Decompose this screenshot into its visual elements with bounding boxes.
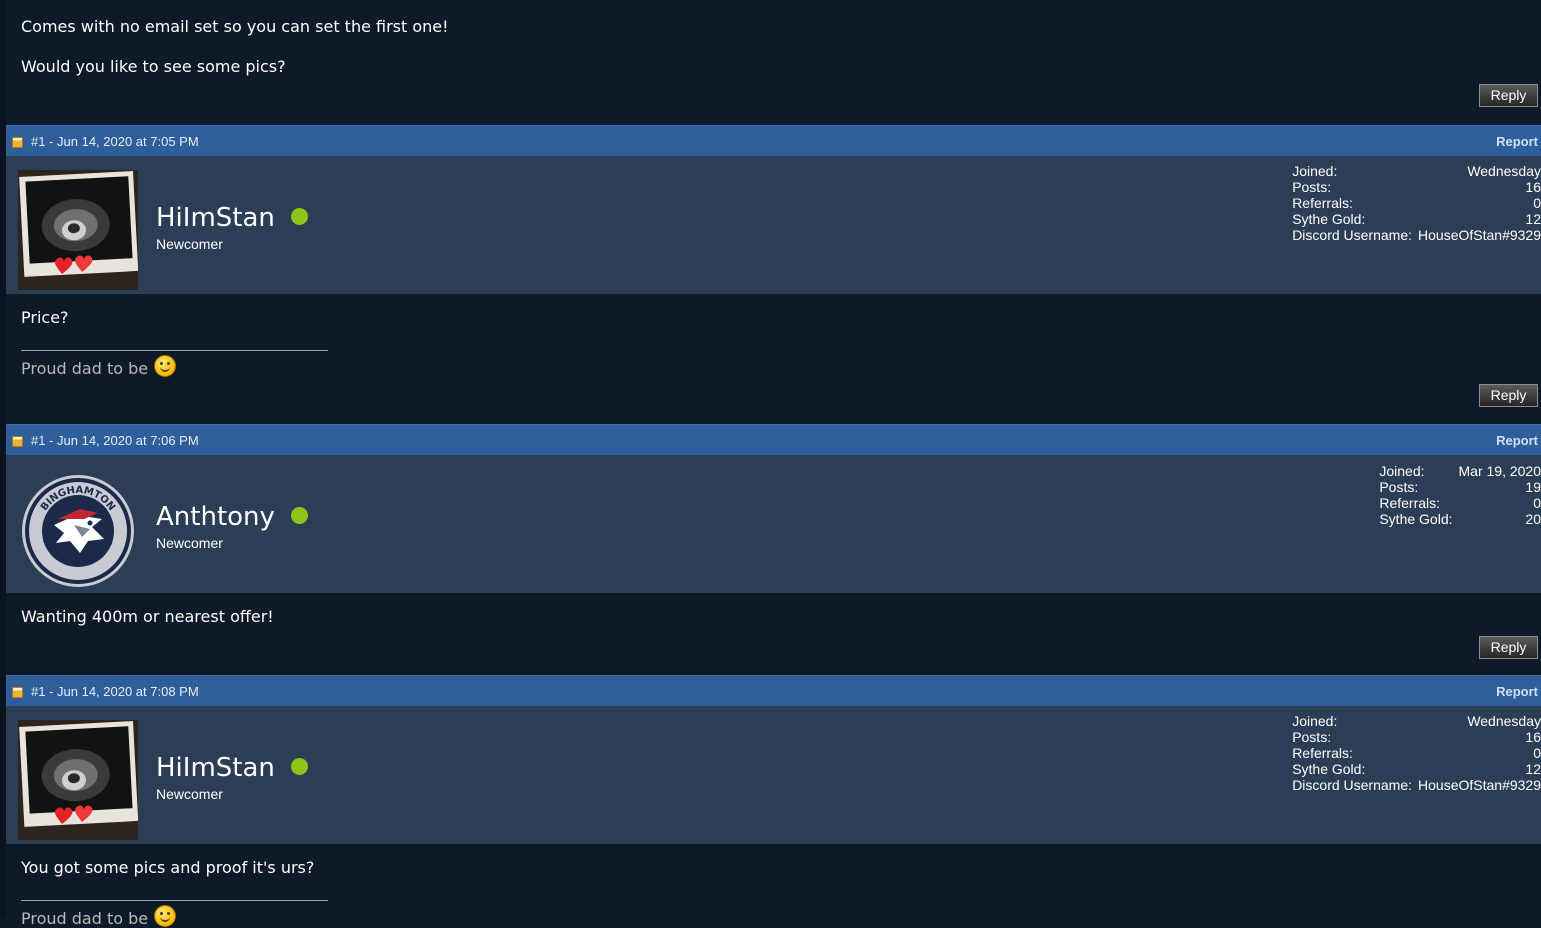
stat-value: Mar 19, 2020 xyxy=(1453,463,1541,479)
post-meta: #1 - Jun 14, 2020 at 7:06 PM xyxy=(31,433,199,448)
stat-value: HouseOfStan#9329 xyxy=(1412,227,1541,243)
message-line: Would you like to see some pics? xyxy=(21,57,286,76)
reply-button[interactable]: Reply xyxy=(1479,84,1538,107)
post-message: Wanting 400m or nearest offer! xyxy=(21,607,274,626)
stat-label: Discord Username: xyxy=(1292,777,1412,793)
stat-label: Referrals: xyxy=(1292,745,1412,761)
stat-value: 0 xyxy=(1412,195,1541,211)
post: #1 - Jun 14, 2020 at 7:08 PM Report xyxy=(6,675,1541,919)
stat-label: Posts: xyxy=(1292,179,1412,195)
user-rank: Newcomer xyxy=(156,786,223,802)
online-indicator-icon xyxy=(291,758,308,775)
signature: Proud dad to be xyxy=(21,905,176,928)
post: #1 - Jun 14, 2020 at 7:06 PM Report BING… xyxy=(6,424,1541,675)
report-link[interactable]: Report xyxy=(1496,684,1538,699)
user-info: HiImStan Newcomer Joined:Wednesday Posts… xyxy=(6,706,1541,844)
post-body-top: Comes with no email set so you can set t… xyxy=(6,0,1541,125)
stat-label: Referrals: xyxy=(1292,195,1412,211)
post-meta: #1 - Jun 14, 2020 at 7:08 PM xyxy=(31,684,199,699)
username-text[interactable]: Anthtony xyxy=(156,502,275,532)
user-stats: Joined:Wednesday Posts:16 Referrals:0 Sy… xyxy=(1292,713,1541,793)
stat-label: Sythe Gold: xyxy=(1292,211,1412,227)
online-indicator-icon xyxy=(291,507,308,524)
signature-divider xyxy=(21,350,328,351)
post-body: Wanting 400m or nearest offer! Reply xyxy=(6,593,1541,675)
post-header: #1 - Jun 14, 2020 at 7:06 PM Report xyxy=(6,424,1541,455)
user-stats: Joined:Mar 19, 2020 Posts:19 Referrals:0… xyxy=(1379,463,1541,527)
message-line: Comes with no email set so you can set t… xyxy=(21,17,449,36)
stat-value: 20 xyxy=(1453,511,1541,527)
stat-value: Wednesday xyxy=(1412,163,1541,179)
smiley-icon xyxy=(154,355,176,377)
stat-value: HouseOfStan#9329 xyxy=(1412,777,1541,793)
ultrasound-photo-hearts-icon xyxy=(18,720,138,840)
stat-value: 0 xyxy=(1412,745,1541,761)
report-link[interactable]: Report xyxy=(1496,134,1538,149)
user-info: BINGHAMTON RUMBLE PONIES Anthtony Newcom… xyxy=(6,455,1541,593)
post-meta: #1 - Jun 14, 2020 at 7:05 PM xyxy=(31,134,199,149)
stat-value: 16 xyxy=(1412,179,1541,195)
stat-value: 0 xyxy=(1453,495,1541,511)
report-link[interactable]: Report xyxy=(1496,433,1538,448)
username-text[interactable]: HiImStan xyxy=(156,203,275,233)
user-rank: Newcomer xyxy=(156,236,223,252)
signature-text: Proud dad to be xyxy=(21,359,148,378)
avatar[interactable]: BINGHAMTON RUMBLE PONIES xyxy=(18,469,138,589)
post-header: #1 - Jun 14, 2020 at 7:05 PM Report xyxy=(6,125,1541,156)
stat-label: Posts: xyxy=(1379,479,1452,495)
signature: Proud dad to be xyxy=(21,355,176,378)
stat-label: Joined: xyxy=(1292,163,1412,179)
signature-divider xyxy=(21,900,328,901)
post-icon xyxy=(12,687,23,698)
post-icon xyxy=(12,436,23,447)
post-body: Price? Proud dad to be Reply xyxy=(6,294,1541,424)
avatar[interactable] xyxy=(18,720,138,840)
stat-label: Discord Username: xyxy=(1292,227,1412,243)
thread-posts: Comes with no email set so you can set t… xyxy=(6,0,1541,919)
binghamton-rumble-ponies-logo-icon: BINGHAMTON RUMBLE PONIES xyxy=(18,469,138,589)
stat-value: 12 xyxy=(1412,211,1541,227)
ultrasound-photo-hearts-icon xyxy=(18,170,138,290)
stat-label: Referrals: xyxy=(1379,495,1452,511)
stat-label: Joined: xyxy=(1292,713,1412,729)
reply-button[interactable]: Reply xyxy=(1479,636,1538,659)
stat-value: 12 xyxy=(1412,761,1541,777)
stat-label: Joined: xyxy=(1379,463,1452,479)
stat-label: Posts: xyxy=(1292,729,1412,745)
user-stats: Joined:Wednesday Posts:16 Referrals:0 Sy… xyxy=(1292,163,1541,243)
post-icon xyxy=(12,137,23,148)
post-message: You got some pics and proof it's urs? xyxy=(21,858,314,877)
post-body: You got some pics and proof it's urs? Pr… xyxy=(6,844,1541,919)
user-info: HiImStan Newcomer Joined:Wednesday Posts… xyxy=(6,156,1541,294)
stat-value: 16 xyxy=(1412,729,1541,745)
username-text[interactable]: HiImStan xyxy=(156,753,275,783)
stat-value: 19 xyxy=(1453,479,1541,495)
username[interactable]: HiImStan xyxy=(156,203,308,233)
username[interactable]: HiImStan xyxy=(156,753,308,783)
user-rank: Newcomer xyxy=(156,535,223,551)
post-message: Price? xyxy=(21,308,69,327)
post: #1 - Jun 14, 2020 at 7:05 PM Report xyxy=(6,125,1541,424)
online-indicator-icon xyxy=(291,208,308,225)
post-header: #1 - Jun 14, 2020 at 7:08 PM Report xyxy=(6,675,1541,706)
stat-value: Wednesday xyxy=(1412,713,1541,729)
stat-label: Sythe Gold: xyxy=(1292,761,1412,777)
smiley-icon xyxy=(154,905,176,927)
avatar[interactable] xyxy=(18,170,138,290)
username[interactable]: Anthtony xyxy=(156,502,308,532)
reply-button[interactable]: Reply xyxy=(1479,384,1538,407)
stat-label: Sythe Gold: xyxy=(1379,511,1452,527)
